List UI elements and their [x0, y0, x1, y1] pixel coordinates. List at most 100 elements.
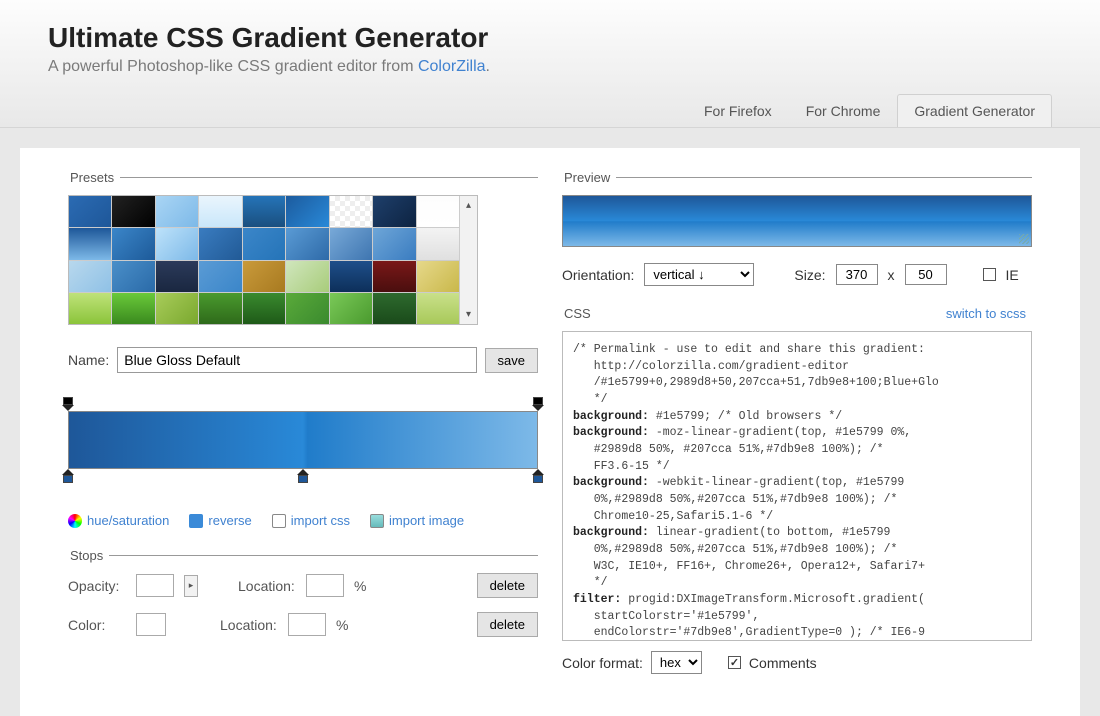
- import-css-tool[interactable]: import css: [272, 513, 350, 528]
- preset-swatch[interactable]: [112, 293, 154, 324]
- stops-legend: Stops: [68, 548, 109, 563]
- opacity-stepper-icon[interactable]: ▸: [184, 575, 198, 597]
- preset-swatch[interactable]: [373, 228, 415, 259]
- preset-swatch[interactable]: [199, 293, 241, 324]
- preset-swatch[interactable]: [373, 196, 415, 227]
- nav-tab[interactable]: Gradient Generator: [897, 94, 1052, 127]
- opacity-stop-marker[interactable]: [532, 397, 544, 411]
- switch-scss-link[interactable]: switch to scss: [940, 306, 1026, 321]
- preset-swatch[interactable]: [330, 196, 372, 227]
- preset-swatch[interactable]: [286, 293, 328, 324]
- hue-icon: [68, 514, 82, 528]
- subtitle-prefix: A powerful Photoshop-like CSS gradient e…: [48, 58, 418, 75]
- size-width-input[interactable]: [836, 264, 878, 285]
- preset-swatch[interactable]: [286, 196, 328, 227]
- preset-swatch[interactable]: [417, 261, 459, 292]
- ie-checkbox[interactable]: [983, 268, 996, 281]
- comments-checkbox[interactable]: [728, 656, 741, 669]
- preview-fieldset: Preview Orientation: vertical ↓ Size: x …: [562, 170, 1032, 286]
- tools-row: hue/saturation reverse import css import…: [68, 513, 538, 528]
- preset-swatch[interactable]: [286, 228, 328, 259]
- color-location-input[interactable]: [288, 613, 326, 636]
- preset-swatch[interactable]: [373, 293, 415, 324]
- color-location-label: Location:: [220, 617, 278, 633]
- subtitle-suffix: .: [486, 58, 490, 75]
- presets-fieldset: Presets ▴ ▾ Name: save: [68, 170, 538, 528]
- import-image-icon: [370, 514, 384, 528]
- preset-swatch[interactable]: [69, 228, 111, 259]
- opacity-input[interactable]: [136, 574, 174, 597]
- hue-saturation-tool[interactable]: hue/saturation: [68, 513, 169, 528]
- hue-label: hue/saturation: [87, 513, 169, 528]
- preset-swatch[interactable]: [156, 196, 198, 227]
- preset-swatch[interactable]: [243, 293, 285, 324]
- opacity-stop-marker[interactable]: [62, 397, 74, 411]
- color-label: Color:: [68, 617, 126, 633]
- preset-swatch[interactable]: [199, 228, 241, 259]
- preset-swatch[interactable]: [156, 261, 198, 292]
- scroll-down-icon[interactable]: ▾: [466, 309, 471, 320]
- presets-box: ▴ ▾: [68, 195, 478, 325]
- preset-swatch[interactable]: [112, 261, 154, 292]
- gradient-bar[interactable]: [68, 411, 538, 469]
- color-stop-marker[interactable]: [62, 469, 74, 483]
- color-format-select[interactable]: hex: [651, 651, 702, 674]
- preset-swatch[interactable]: [417, 293, 459, 324]
- preset-swatch[interactable]: [286, 261, 328, 292]
- percent-label-1: %: [354, 578, 366, 594]
- percent-label-2: %: [336, 617, 348, 633]
- color-stop-marker[interactable]: [532, 469, 544, 483]
- size-x: x: [888, 267, 895, 283]
- preset-swatch[interactable]: [373, 261, 415, 292]
- color-swatch-input[interactable]: [136, 613, 166, 636]
- preset-swatch[interactable]: [330, 261, 372, 292]
- name-label: Name:: [68, 352, 109, 368]
- css-legend: CSS: [564, 306, 597, 321]
- preset-swatch[interactable]: [199, 196, 241, 227]
- color-row: Color: Location: % delete: [68, 612, 538, 637]
- preset-swatch[interactable]: [417, 196, 459, 227]
- color-delete-button[interactable]: delete: [477, 612, 538, 637]
- preset-swatch[interactable]: [199, 261, 241, 292]
- nav-tab[interactable]: For Chrome: [789, 94, 898, 127]
- colorzilla-link[interactable]: ColorZilla: [418, 58, 486, 75]
- reverse-tool[interactable]: reverse: [189, 513, 251, 528]
- gradient-editor: [68, 395, 538, 485]
- preset-swatch[interactable]: [112, 196, 154, 227]
- preset-swatch[interactable]: [69, 196, 111, 227]
- preset-swatch[interactable]: [330, 293, 372, 324]
- scroll-up-icon[interactable]: ▴: [466, 200, 471, 211]
- opacity-location-input[interactable]: [306, 574, 344, 597]
- css-fieldset: CSS switch to scss /* Permalink - use to…: [562, 306, 1032, 674]
- nav-tab[interactable]: For Firefox: [687, 94, 789, 127]
- preset-swatch[interactable]: [69, 293, 111, 324]
- preset-swatch[interactable]: [243, 261, 285, 292]
- comments-label: Comments: [749, 655, 817, 671]
- preset-swatch[interactable]: [330, 228, 372, 259]
- preset-swatch[interactable]: [69, 261, 111, 292]
- preset-scrollbar[interactable]: ▴ ▾: [459, 196, 477, 324]
- name-input[interactable]: [117, 347, 476, 373]
- opacity-delete-button[interactable]: delete: [477, 573, 538, 598]
- preset-swatch[interactable]: [156, 293, 198, 324]
- preset-swatch[interactable]: [112, 228, 154, 259]
- orientation-select[interactable]: vertical ↓: [644, 263, 754, 286]
- format-row: Color format: hex Comments: [562, 651, 1032, 674]
- preset-swatch[interactable]: [417, 228, 459, 259]
- ie-label: IE: [1006, 267, 1019, 283]
- import-image-tool[interactable]: import image: [370, 513, 464, 528]
- preset-swatch[interactable]: [243, 196, 285, 227]
- presets-legend: Presets: [68, 170, 120, 185]
- save-button[interactable]: save: [485, 348, 538, 373]
- size-height-input[interactable]: [905, 264, 947, 285]
- color-stop-marker[interactable]: [297, 469, 309, 483]
- color-stops-track[interactable]: [68, 469, 538, 485]
- resize-grip-icon[interactable]: [1019, 234, 1029, 244]
- opacity-row: Opacity: ▸ Location: % delete: [68, 573, 538, 598]
- left-column: Presets ▴ ▾ Name: save: [68, 170, 538, 694]
- css-output[interactable]: /* Permalink - use to edit and share thi…: [562, 331, 1032, 641]
- preset-swatch[interactable]: [156, 228, 198, 259]
- preset-swatch[interactable]: [243, 228, 285, 259]
- nav-tabs: For FirefoxFor ChromeGradient Generator: [48, 94, 1052, 127]
- opacity-stops-track[interactable]: [68, 395, 538, 411]
